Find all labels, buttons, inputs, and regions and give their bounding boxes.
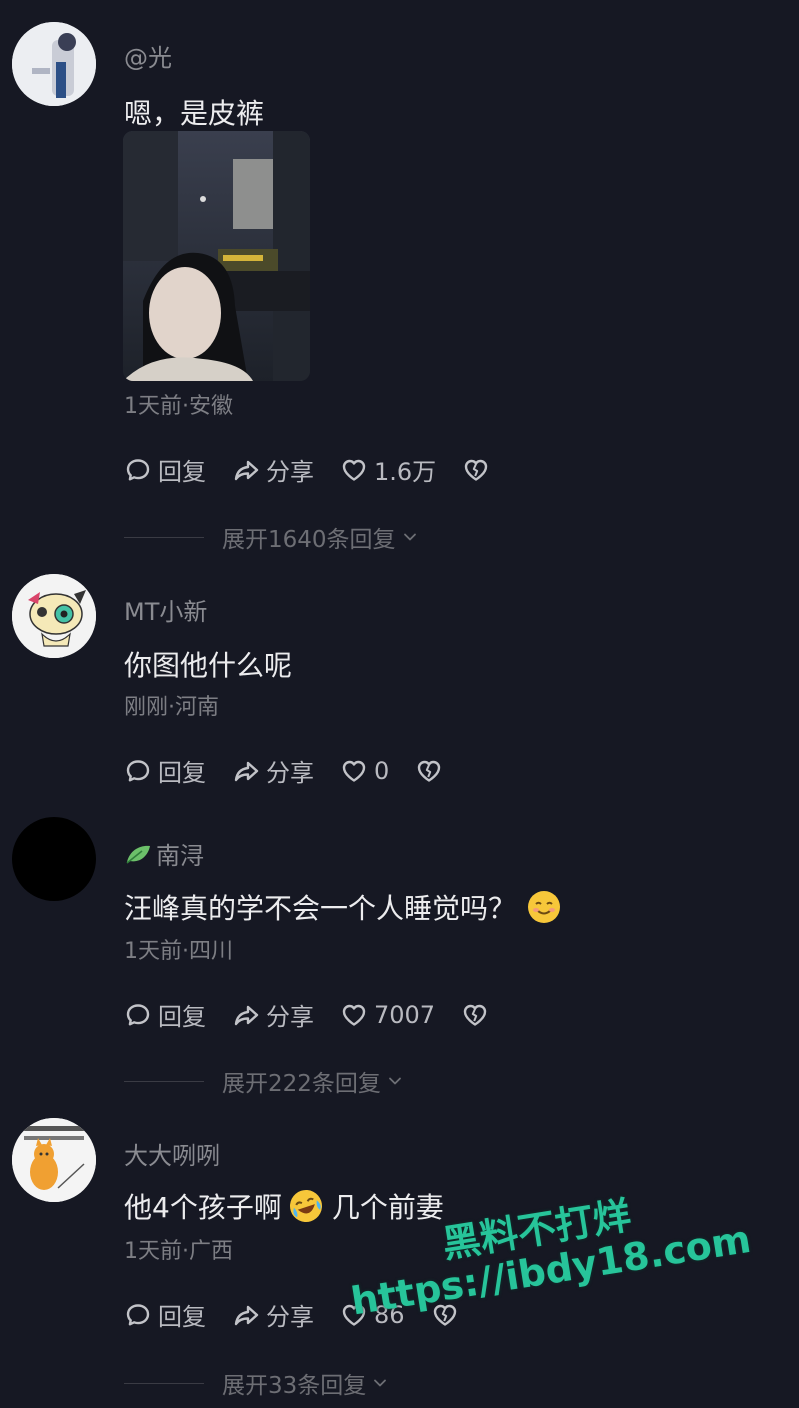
dislike-button[interactable] bbox=[461, 1001, 495, 1029]
comment-meta: 1天前·四川 bbox=[124, 939, 233, 964]
share-arrow-icon bbox=[232, 757, 260, 785]
heart-icon bbox=[340, 456, 368, 484]
dislike-button[interactable] bbox=[415, 757, 449, 785]
username-label: 南浔 bbox=[156, 842, 204, 870]
like-button[interactable]: 0 bbox=[340, 757, 389, 785]
avatar[interactable] bbox=[12, 1118, 96, 1202]
comment-text: 他4个孩子啊 几个前妻 bbox=[124, 1186, 444, 1226]
share-arrow-icon bbox=[232, 456, 260, 484]
comment-text: 你图他什么呢 bbox=[124, 649, 293, 682]
comment-actions: 回复 分享 1.6万 bbox=[124, 452, 496, 487]
expand-replies-button[interactable]: 展开1640条回复 bbox=[124, 520, 418, 554]
share-label: 分享 bbox=[266, 1303, 314, 1331]
expand-replies-button[interactable]: 展开222条回复 bbox=[124, 1064, 403, 1098]
like-count: 1.6万 bbox=[374, 458, 437, 486]
expand-label: 展开33条回复 bbox=[222, 1373, 367, 1399]
chevron-down-icon bbox=[372, 1375, 388, 1391]
comment-meta: 1天前·广西 bbox=[124, 1239, 233, 1264]
share-button[interactable]: 分享 bbox=[232, 1297, 314, 1332]
heart-icon bbox=[340, 1001, 368, 1029]
chevron-down-icon bbox=[402, 529, 418, 545]
reply-button[interactable]: 回复 bbox=[124, 753, 206, 788]
like-count: 0 bbox=[374, 756, 390, 785]
dislike-button[interactable] bbox=[462, 456, 496, 484]
share-arrow-icon bbox=[232, 1301, 260, 1329]
comment-bubble-icon bbox=[124, 1301, 152, 1329]
broken-heart-icon bbox=[461, 1001, 489, 1029]
share-button[interactable]: 分享 bbox=[232, 997, 314, 1032]
share-label: 分享 bbox=[266, 759, 314, 787]
broken-heart-icon bbox=[415, 757, 443, 785]
share-label: 分享 bbox=[266, 458, 314, 486]
expand-label: 展开222条回复 bbox=[222, 1071, 381, 1097]
reply-button[interactable]: 回复 bbox=[124, 1297, 206, 1332]
expand-label: 展开1640条回复 bbox=[222, 527, 396, 553]
comment-image[interactable] bbox=[123, 131, 310, 381]
like-button[interactable]: 7007 bbox=[340, 1001, 435, 1029]
comment-bubble-icon bbox=[124, 757, 152, 785]
avatar[interactable] bbox=[12, 574, 96, 658]
username[interactable]: MT小新 bbox=[124, 592, 207, 627]
divider-line bbox=[124, 536, 204, 538]
avatar[interactable] bbox=[12, 817, 96, 901]
like-button[interactable]: 1.6万 bbox=[340, 452, 436, 487]
reply-label: 回复 bbox=[158, 759, 206, 787]
username[interactable]: 大大咧咧 bbox=[124, 1136, 220, 1171]
comment-text: 汪峰真的学不会一个人睡觉吗？ bbox=[124, 887, 562, 927]
comment-actions: 回复 分享 7007 bbox=[124, 997, 495, 1032]
share-button[interactable]: 分享 bbox=[232, 753, 314, 788]
comment-meta: 刚刚·河南 bbox=[124, 695, 219, 720]
comment-text: 嗯，是皮裤 bbox=[124, 97, 265, 130]
divider-line bbox=[124, 1382, 204, 1384]
reply-button[interactable]: 回复 bbox=[124, 997, 206, 1032]
comment-text-part: 几个前妻 bbox=[331, 1191, 444, 1224]
comment-bubble-icon bbox=[124, 456, 152, 484]
laugh-cry-emoji-icon bbox=[289, 1190, 322, 1222]
like-count: 7007 bbox=[374, 1000, 436, 1029]
expand-replies-button[interactable]: 展开33条回复 bbox=[124, 1366, 388, 1400]
leaf-icon bbox=[126, 845, 150, 864]
broken-heart-icon bbox=[462, 456, 490, 484]
chevron-down-icon bbox=[387, 1073, 403, 1089]
comment-text-part: 他4个孩子啊 bbox=[124, 1191, 282, 1224]
comment-actions: 回复 分享 0 bbox=[124, 753, 449, 788]
share-arrow-icon bbox=[232, 1001, 260, 1029]
comment-meta: 1天前·安徽 bbox=[124, 394, 233, 419]
username[interactable]: @光 bbox=[124, 38, 172, 73]
username[interactable]: 南浔 bbox=[124, 836, 204, 871]
divider-line bbox=[124, 1080, 204, 1082]
share-button[interactable]: 分享 bbox=[232, 452, 314, 487]
reply-label: 回复 bbox=[158, 458, 206, 486]
reply-label: 回复 bbox=[158, 1303, 206, 1331]
heart-icon bbox=[340, 757, 368, 785]
share-label: 分享 bbox=[266, 1003, 314, 1031]
comment-text-label: 汪峰真的学不会一个人睡觉吗？ bbox=[124, 892, 517, 925]
avatar[interactable] bbox=[12, 22, 96, 106]
smile-emoji-icon bbox=[528, 891, 561, 923]
reply-label: 回复 bbox=[158, 1003, 206, 1031]
comment-bubble-icon bbox=[124, 1001, 152, 1029]
reply-button[interactable]: 回复 bbox=[124, 452, 206, 487]
